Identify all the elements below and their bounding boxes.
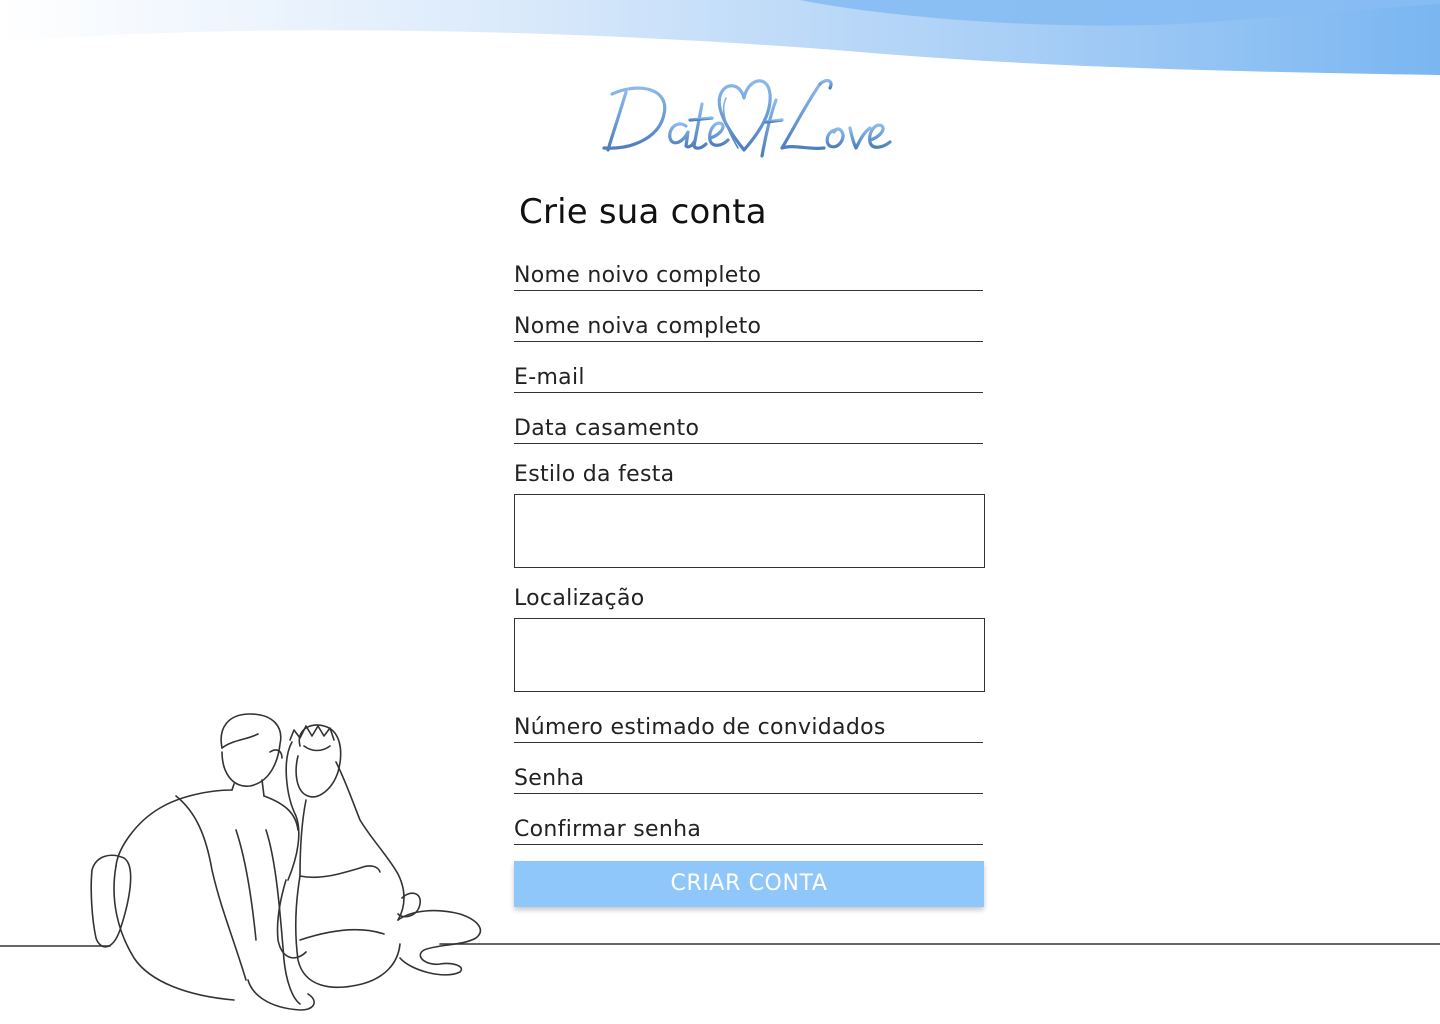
- location-label: Localização: [514, 586, 645, 611]
- party-style-label: Estilo da festa: [514, 462, 675, 487]
- date-of-love-logo: [602, 78, 892, 158]
- wedding-date-label: Data casamento: [514, 416, 700, 441]
- email-label: E-mail: [514, 365, 585, 390]
- couple-line-art-illustration: [0, 713, 1440, 1011]
- page-title: Crie sua conta: [519, 192, 767, 232]
- groom-name-label: Nome noivo completo: [514, 263, 762, 288]
- wedding-date-field[interactable]: Data casamento: [514, 413, 983, 444]
- location-input[interactable]: [514, 618, 985, 692]
- groom-name-field[interactable]: Nome noivo completo: [514, 260, 983, 291]
- email-field[interactable]: E-mail: [514, 362, 983, 393]
- bride-name-field[interactable]: Nome noiva completo: [514, 311, 983, 342]
- party-style-input[interactable]: [514, 494, 985, 568]
- bride-name-label: Nome noiva completo: [514, 314, 762, 339]
